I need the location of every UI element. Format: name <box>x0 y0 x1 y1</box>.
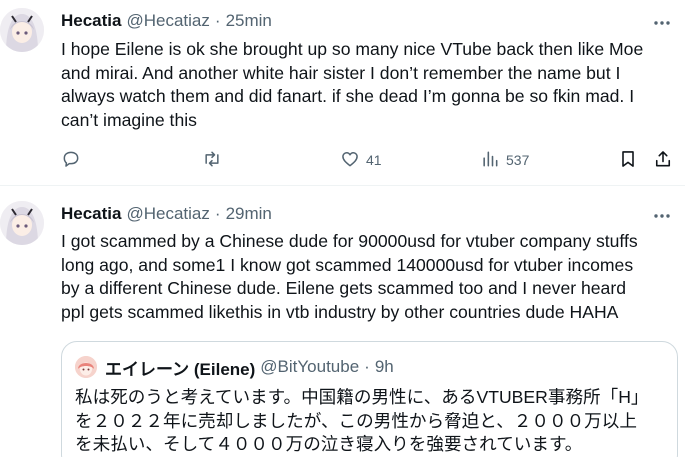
tweet[interactable]: Hecatia @Hecatiaz · 25min I hope Eilene … <box>0 0 685 186</box>
more-icon[interactable] <box>652 13 672 33</box>
views-count: 537 <box>506 152 530 168</box>
timestamp[interactable]: 25min <box>226 11 272 31</box>
quoted-author-name[interactable]: エイレーン (Eilene) <box>105 355 255 380</box>
quoted-timestamp[interactable]: 9h <box>375 357 394 377</box>
views-icon <box>480 149 500 172</box>
tweet-text: I got scammed by a Chinese dude for 9000… <box>61 231 638 322</box>
tweet-header: Hecatia @Hecatiaz · 29min <box>61 203 272 225</box>
separator-dot: · <box>214 11 221 30</box>
share-button[interactable] <box>653 148 673 172</box>
reply-button[interactable] <box>61 148 81 172</box>
share-icon <box>653 149 673 172</box>
author-name[interactable]: Hecatia <box>61 11 121 31</box>
like-button[interactable]: 41 <box>340 148 382 172</box>
tweet-actions: 41 537 <box>61 148 681 172</box>
separator-dot: · <box>364 357 370 376</box>
retweet-icon <box>202 149 222 172</box>
avatar[interactable] <box>0 201 44 245</box>
reply-icon <box>61 149 81 172</box>
quoted-tweet-text: 私は死のうと考えています。中国籍の男性に、あるVTUBER事務所「H」 を２０２… <box>75 387 649 455</box>
avatar[interactable] <box>0 8 44 52</box>
quoted-tweet[interactable]: エイレーン (Eilene) @BitYoutube · 9h 私は死のうと考え… <box>61 341 678 457</box>
like-count: 41 <box>366 152 382 168</box>
quoted-tweet-header: エイレーン (Eilene) @BitYoutube · 9h <box>75 355 394 380</box>
separator-dot: · <box>214 204 221 223</box>
author-handle[interactable]: @Hecatiaz <box>126 204 209 224</box>
timestamp[interactable]: 29min <box>226 204 272 224</box>
tweet-header: Hecatia @Hecatiaz · 25min <box>61 10 272 32</box>
author-handle[interactable]: @Hecatiaz <box>126 11 209 31</box>
more-icon[interactable] <box>652 206 672 226</box>
quoted-author-handle[interactable]: @BitYoutube <box>260 357 359 377</box>
bookmark-button[interactable] <box>618 148 638 172</box>
bookmark-icon <box>618 149 638 172</box>
views-button[interactable]: 537 <box>480 148 529 172</box>
tweet[interactable]: Hecatia @Hecatiaz · 29min I got scammed … <box>0 187 685 457</box>
tweet-text: I hope Eilene is ok she brought up so ma… <box>61 39 644 130</box>
quoted-avatar <box>75 356 97 378</box>
retweet-button[interactable] <box>202 148 222 172</box>
heart-icon <box>340 149 360 172</box>
author-name[interactable]: Hecatia <box>61 204 121 224</box>
